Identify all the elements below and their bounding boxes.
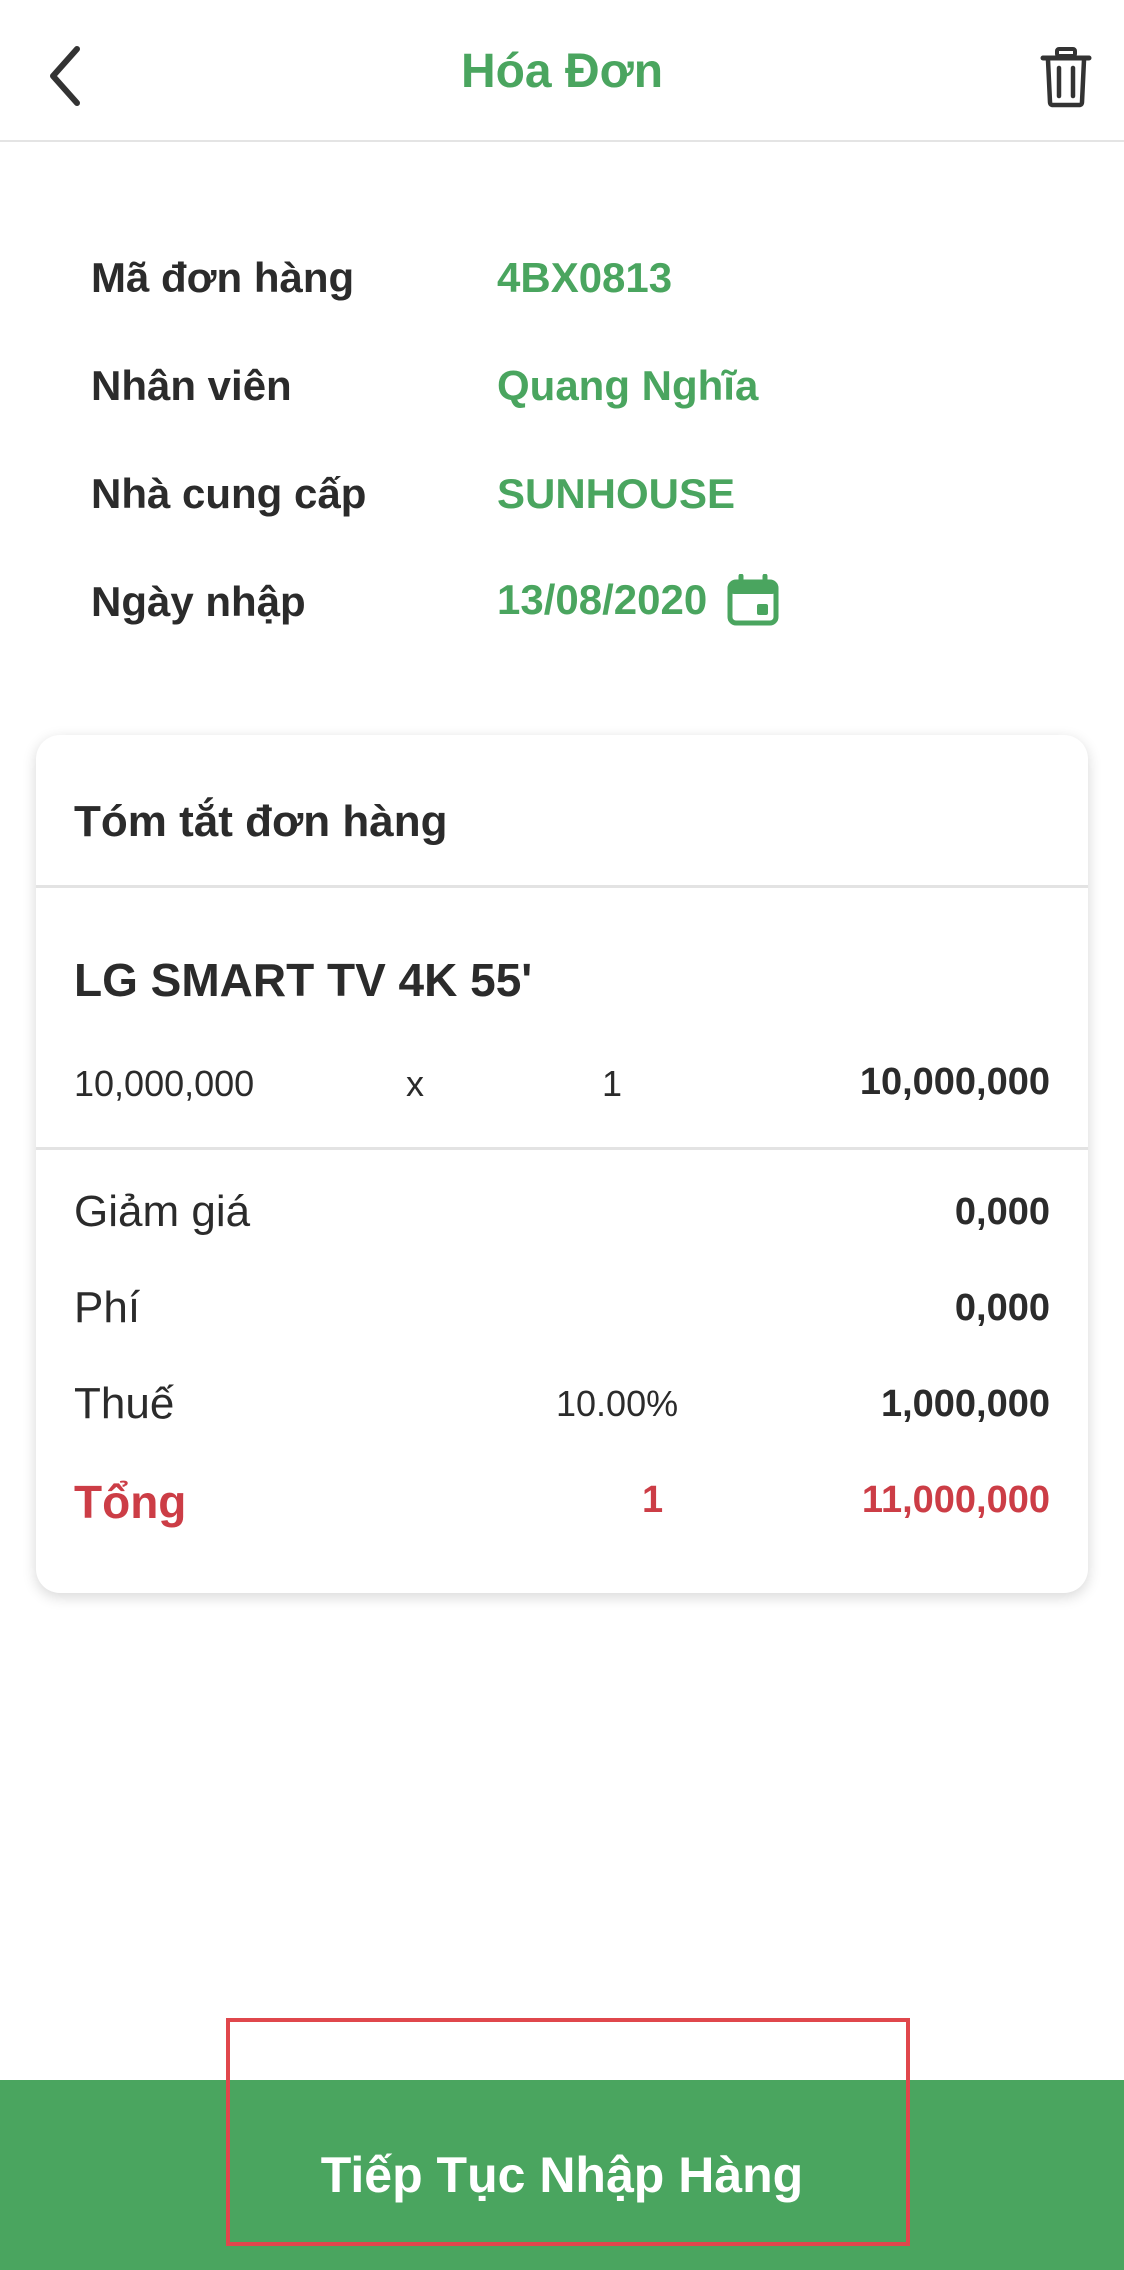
delete-button[interactable] (1036, 40, 1096, 114)
import-date-picker[interactable]: 13/08/2020 (497, 574, 779, 626)
supplier-value: SUNHOUSE (497, 470, 736, 517)
employee-value: Quang Nghĩa (497, 362, 759, 409)
order-code-value: 4BX0813 (497, 254, 673, 301)
product-line-total: 10,000,000 (859, 1061, 1050, 1103)
import-date-row: Ngày nhập 13/08/2020 (0, 566, 1124, 674)
product-quantity: 1 (602, 1063, 623, 1104)
total-value: 11,000,000 (861, 1479, 1050, 1521)
calendar-icon[interactable] (727, 574, 779, 626)
supplier-row: Nhà cung cấp SUNHOUSE (0, 458, 1124, 566)
order-info: Mã đơn hàng 4BX0813 Nhân viên Quang Nghĩ… (0, 242, 1124, 674)
product-name: LG SMART TV 4K 55' (74, 954, 533, 1006)
fee-value: 0,000 (954, 1287, 1050, 1329)
employee-label: Nhân viên (91, 362, 292, 409)
fee-label: Phí (74, 1283, 141, 1332)
discount-value: 0,000 (954, 1191, 1050, 1233)
tax-value: 1,000,000 (880, 1383, 1050, 1425)
employee-row: Nhân viên Quang Nghĩa (0, 350, 1124, 458)
bottom-action-bar: Tiếp Tục Nhập Hàng (0, 2080, 1124, 2270)
import-date-value: 13/08/2020 (497, 576, 708, 623)
discount-row: Giảm giá 0,000 (36, 1187, 1088, 1283)
app-header: Hóa Đơn (0, 0, 1124, 142)
tax-row: Thuế 10.00% 1,000,000 (36, 1379, 1088, 1475)
discount-label: Giảm giá (74, 1187, 251, 1236)
order-summary-card: Tóm tắt đơn hàng LG SMART TV 4K 55' 10,0… (36, 735, 1088, 1593)
fee-row: Phí 0,000 (36, 1283, 1088, 1379)
order-code-row: Mã đơn hàng 4BX0813 (0, 242, 1124, 350)
total-count: 1 (642, 1479, 664, 1521)
summary-title: Tóm tắt đơn hàng (74, 797, 448, 846)
total-label: Tổng (74, 1476, 187, 1528)
product-divider (36, 1147, 1088, 1150)
page-title: Hóa Đơn (460, 45, 664, 98)
supplier-label: Nhà cung cấp (91, 470, 367, 517)
trash-icon (1040, 47, 1092, 108)
continue-import-button[interactable]: Tiếp Tục Nhập Hàng (0, 2080, 1124, 2270)
product-unit-price: 10,000,000 (74, 1063, 255, 1104)
product-times-sign: x (406, 1063, 424, 1104)
summary-divider (36, 885, 1088, 888)
tax-label: Thuế (74, 1379, 175, 1428)
order-code-label: Mã đơn hàng (91, 254, 355, 301)
tax-rate: 10.00% (556, 1383, 679, 1424)
total-row: Tổng 1 11,000,000 (36, 1475, 1088, 1571)
import-date-label: Ngày nhập (91, 578, 306, 625)
